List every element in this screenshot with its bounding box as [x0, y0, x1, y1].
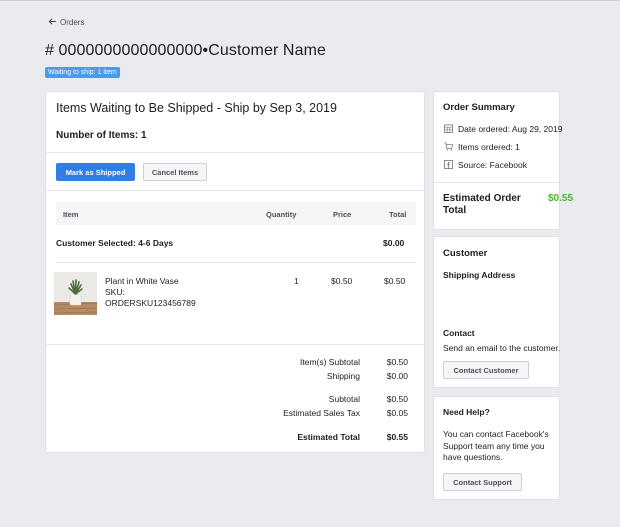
page-title: # 0000000000000000•Customer Name	[45, 42, 326, 59]
shipping-address-label: Shipping Address	[443, 270, 516, 280]
divider	[46, 152, 424, 153]
shipping-group-total: $0.00	[383, 238, 405, 248]
estimated-order-total-value: $0.55	[548, 193, 574, 204]
divider	[46, 344, 424, 345]
tax-value: $0.05	[386, 408, 408, 418]
cart-icon	[444, 142, 453, 151]
divider	[46, 190, 424, 191]
product-name: Plant in White Vase	[105, 276, 179, 286]
divider	[434, 182, 559, 183]
back-link-label: Orders	[60, 18, 85, 27]
items-ordered: Items ordered: 1	[458, 142, 520, 152]
product-quantity: 1	[294, 276, 299, 286]
tax-label: Estimated Sales Tax	[283, 408, 360, 418]
calendar-icon	[444, 124, 453, 133]
items-heading: Items Waiting to Be Shipped - Ship by Se…	[56, 101, 337, 115]
estimated-total-value: $0.55	[386, 432, 408, 442]
items-subtotal-label: Item(s) Subtotal	[300, 357, 360, 367]
order-summary-card: Order Summary Date ordered: Aug 29, 2019…	[433, 91, 573, 230]
product-thumbnail	[54, 272, 97, 315]
shipping-value: $0.00	[386, 371, 408, 381]
customer-card: Customer Shipping Address Contact Send a…	[433, 236, 560, 388]
help-title: Need Help?	[443, 407, 490, 417]
status-badge: Waiting to ship: 1 item	[45, 67, 120, 78]
column-price: Price	[333, 210, 352, 219]
mark-shipped-button[interactable]: Mark as Shipped	[56, 163, 135, 181]
items-count: Number of Items: 1	[56, 130, 147, 141]
product-total: $0.50	[384, 276, 406, 286]
subtotal-value: $0.50	[386, 394, 408, 404]
date-ordered: Date ordered: Aug 29, 2019	[458, 124, 563, 134]
cancel-items-button[interactable]: Cancel Items	[143, 163, 207, 181]
customer-title: Customer	[443, 248, 488, 259]
shipping-label: Shipping	[326, 371, 360, 381]
divider	[56, 262, 416, 263]
column-total: Total	[389, 210, 407, 219]
table-header: Item Quantity Price Total	[56, 202, 416, 225]
order-source: Source: Facebook	[458, 160, 527, 170]
help-card: Need Help? You can contact Facebook's Su…	[433, 396, 560, 500]
items-card: Items Waiting to Be Shipped - Ship by Se…	[45, 91, 425, 453]
shipping-group-label: Customer Selected: 4-6 Days	[56, 238, 174, 248]
product-sku: ORDERSKU123456789	[105, 298, 196, 308]
estimated-total-label: Estimated Total	[297, 432, 360, 442]
estimated-order-total-label: Estimated Order Total	[443, 193, 521, 216]
contact-text: Send an email to the customer.	[443, 343, 561, 353]
contact-customer-button[interactable]: Contact Customer	[443, 361, 529, 379]
items-subtotal-value: $0.50	[386, 357, 408, 367]
help-text: You can contact Facebook's Support team …	[443, 429, 549, 462]
product-sku-label: SKU:	[105, 287, 125, 297]
top-border	[0, 0, 620, 1]
facebook-icon	[444, 160, 453, 169]
contact-label: Contact	[443, 328, 475, 338]
subtotal-label: Subtotal	[328, 394, 360, 404]
order-summary-title: Order Summary	[443, 102, 515, 113]
product-price: $0.50	[331, 276, 353, 286]
contact-support-button[interactable]: Contact Support	[443, 473, 522, 491]
arrow-left-icon	[48, 17, 57, 28]
back-link[interactable]: Orders	[48, 17, 84, 28]
column-item: Item	[63, 210, 79, 219]
column-quantity: Quantity	[266, 210, 297, 219]
